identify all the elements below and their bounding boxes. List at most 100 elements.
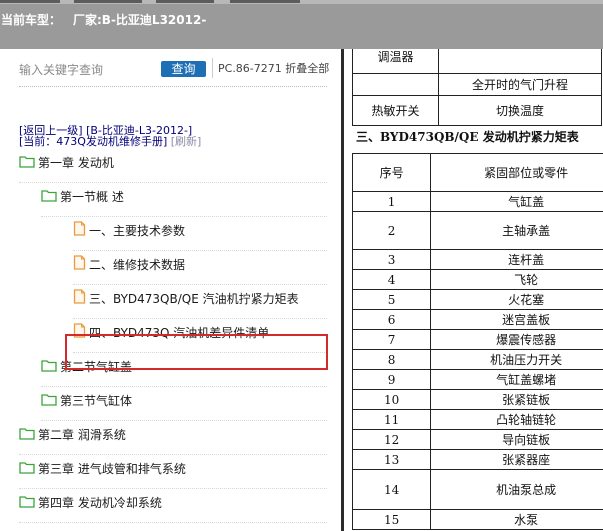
table-row: 8 机油压力开关	[351, 349, 603, 370]
row-divider	[73, 318, 327, 319]
table-cell: 13	[351, 449, 432, 470]
row-divider	[41, 420, 327, 421]
row-divider	[73, 250, 327, 251]
table-cell: 导向链板	[430, 429, 603, 450]
table-row: 5 火花塞	[351, 289, 603, 310]
table-cell: 1	[351, 191, 432, 212]
table-row: 11 凸轮轴链轮	[351, 409, 603, 430]
current-manual: [当前：473Q发动机维修手册]	[19, 135, 168, 148]
table-row: 13 张紧器座	[351, 449, 603, 470]
tree-item-label: 一、主要技术参数	[89, 224, 186, 238]
table-cell: 凸轮轴链轮	[430, 409, 603, 430]
table-cell: 7	[351, 329, 432, 350]
table-row: 15 水泵	[351, 509, 603, 530]
table-cell: 飞轮	[430, 269, 603, 290]
table-cell: 2	[351, 211, 432, 250]
table-cell: 爆震传感器	[430, 329, 603, 350]
tab-3[interactable]	[156, 0, 214, 3]
pc-code-collapse-all[interactable]: PC.86-7271 折叠全部	[218, 60, 329, 76]
table-row: 7 爆震传感器	[351, 329, 603, 350]
table-row: 4 飞轮	[351, 269, 603, 290]
table-cell	[351, 73, 440, 96]
tree-folder-item[interactable]: 第一节概 述	[41, 187, 124, 207]
car-model-label: 当前车型：	[1, 13, 62, 27]
selected-item-highlight	[65, 334, 328, 370]
search-divider	[19, 86, 327, 87]
table-row: 9 气缸盖螺堵	[351, 369, 603, 390]
tree-item-label: 二、维修技术数据	[89, 258, 186, 272]
table-cell: 5	[351, 289, 432, 310]
tab-1[interactable]	[0, 0, 60, 3]
row-divider	[19, 454, 327, 455]
tree-document-item[interactable]: 三、BYD473QB/QE 汽油机拧紧力矩表	[73, 289, 299, 309]
tree-item-label: 三、BYD473QB/QE 汽油机拧紧力矩表	[89, 292, 299, 306]
tree-folder-item[interactable]: 第一章 发动机	[19, 153, 114, 173]
car-model-value: 厂家:B-比亚迪L32012-	[73, 13, 207, 27]
tree-folder-item[interactable]: 第三章 进气歧管和排气系统	[19, 459, 186, 479]
table-row: 3 连杆盖	[351, 249, 603, 270]
tree-document-item[interactable]: 一、主要技术参数	[73, 221, 185, 241]
table-cell: 15	[351, 509, 432, 530]
folder-icon	[41, 358, 57, 378]
table-cell: 张紧链板	[430, 389, 603, 410]
table-cell	[438, 49, 602, 74]
row-divider	[73, 284, 327, 285]
tree-item-label: 第一章 发动机	[38, 156, 114, 170]
catalog-panel: 查询 PC.86-7271 折叠全部 [返回上一级] [B-比亚迪-L3-201…	[0, 49, 341, 531]
table-cell: 12	[351, 429, 432, 450]
folder-icon	[19, 426, 35, 446]
refresh-link[interactable]: [刷新]	[171, 135, 202, 148]
toolbar-divider	[212, 58, 213, 78]
tab-2[interactable]	[74, 0, 142, 3]
table-cell: 全开时的气门升程	[438, 73, 602, 96]
table-cell: 张紧器座	[430, 449, 603, 470]
table-cell: 10	[351, 389, 432, 410]
folder-icon	[19, 460, 35, 480]
tab-strip	[0, 0, 603, 4]
table-cell: 11	[351, 409, 432, 430]
document-view: 调温器 全开时的气门升程 热敏开关 切换温度 三、BYD473QB/QE 发动机…	[344, 49, 603, 531]
table-row: 14 机油泵总成	[351, 469, 603, 510]
document-icon	[73, 255, 86, 276]
search-input[interactable]	[19, 61, 159, 79]
table-cell: 9	[351, 369, 432, 390]
tree-item-label: 第三章 进气歧管和排气系统	[38, 462, 186, 476]
tree-item-label: 第四章 发动机冷却系统	[38, 496, 162, 510]
folder-icon	[41, 188, 57, 208]
table-cell: 6	[351, 309, 432, 330]
tree-folder-item[interactable]: 第四章 发动机冷却系统	[19, 493, 162, 513]
table-header-cell: 序号	[351, 153, 432, 192]
table-header-cell: 紧固部位或零件	[430, 153, 603, 192]
table-cell: 迷宫盖板	[430, 309, 603, 330]
table-cell: 3	[351, 249, 432, 270]
tab-4[interactable]	[230, 0, 300, 3]
document-icon	[73, 289, 86, 310]
table-cell: 连杆盖	[430, 249, 603, 270]
spec-table-top: 调温器 全开时的气门升程 热敏开关 切换温度	[351, 49, 602, 126]
folder-icon	[41, 392, 57, 412]
table-cell: 气缸盖螺堵	[430, 369, 603, 390]
table-cell: 8	[351, 349, 432, 370]
folder-icon	[19, 494, 35, 514]
document-icon	[73, 221, 86, 242]
row-divider	[41, 216, 327, 217]
table-cell: 14	[351, 469, 432, 510]
tree-folder-item[interactable]: 第二章 润滑系统	[19, 425, 126, 445]
tree-folder-item[interactable]: 第三节气缸体	[41, 391, 132, 411]
table-cell: 机油泵总成	[430, 469, 603, 510]
table-cell: 主轴承盖	[430, 211, 603, 250]
row-divider	[19, 488, 327, 489]
table-cell: 气缸盖	[430, 191, 603, 212]
table-cell: 机油压力开关	[430, 349, 603, 370]
row-divider	[41, 386, 327, 387]
table-row: 12 导向链板	[351, 429, 603, 450]
search-button[interactable]: 查询	[161, 61, 206, 77]
table-row: 10 张紧链板	[351, 389, 603, 410]
folder-icon	[19, 154, 35, 174]
table-cell: 水泵	[430, 509, 603, 530]
top-bar: 当前车型： 厂家:B-比亚迪L32012-	[0, 0, 603, 49]
torque-table: 序号 紧固部位或零件 1 气缸盖 2 主轴承盖 3 连杆盖 4 飞轮 5 火花塞 6 迷宫盖板 7 爆震传…	[351, 153, 603, 530]
table-cell: 火花塞	[430, 289, 603, 310]
tree-document-item[interactable]: 二、维修技术数据	[73, 255, 185, 275]
row-divider	[19, 182, 327, 183]
